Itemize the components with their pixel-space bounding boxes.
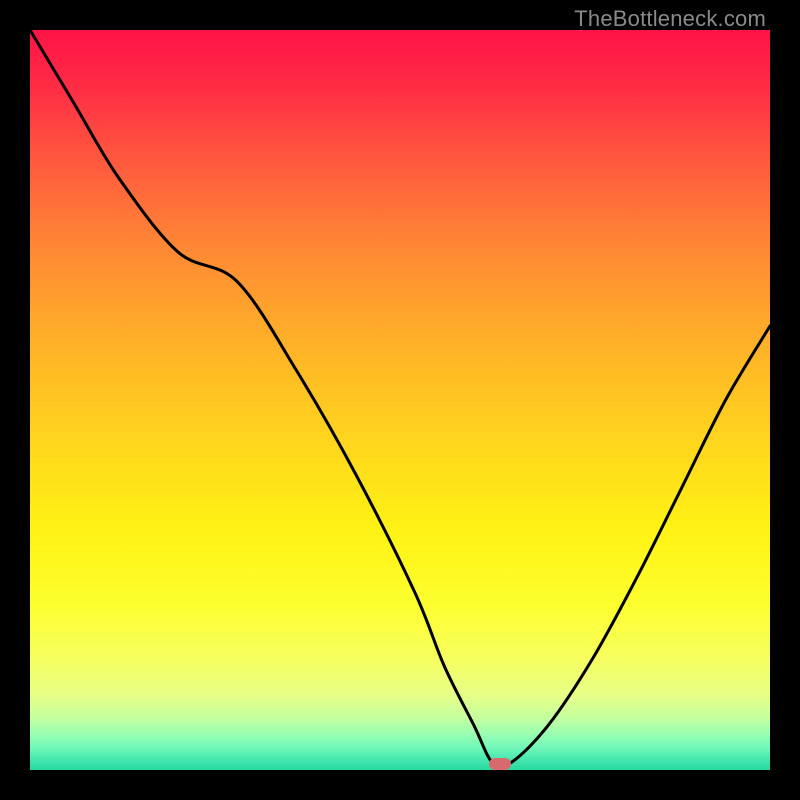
chart-frame: TheBottleneck.com	[0, 0, 800, 800]
watermark-text: TheBottleneck.com	[574, 6, 766, 32]
optimum-marker	[489, 758, 511, 770]
bottleneck-curve	[30, 30, 770, 770]
plot-area	[30, 30, 770, 770]
